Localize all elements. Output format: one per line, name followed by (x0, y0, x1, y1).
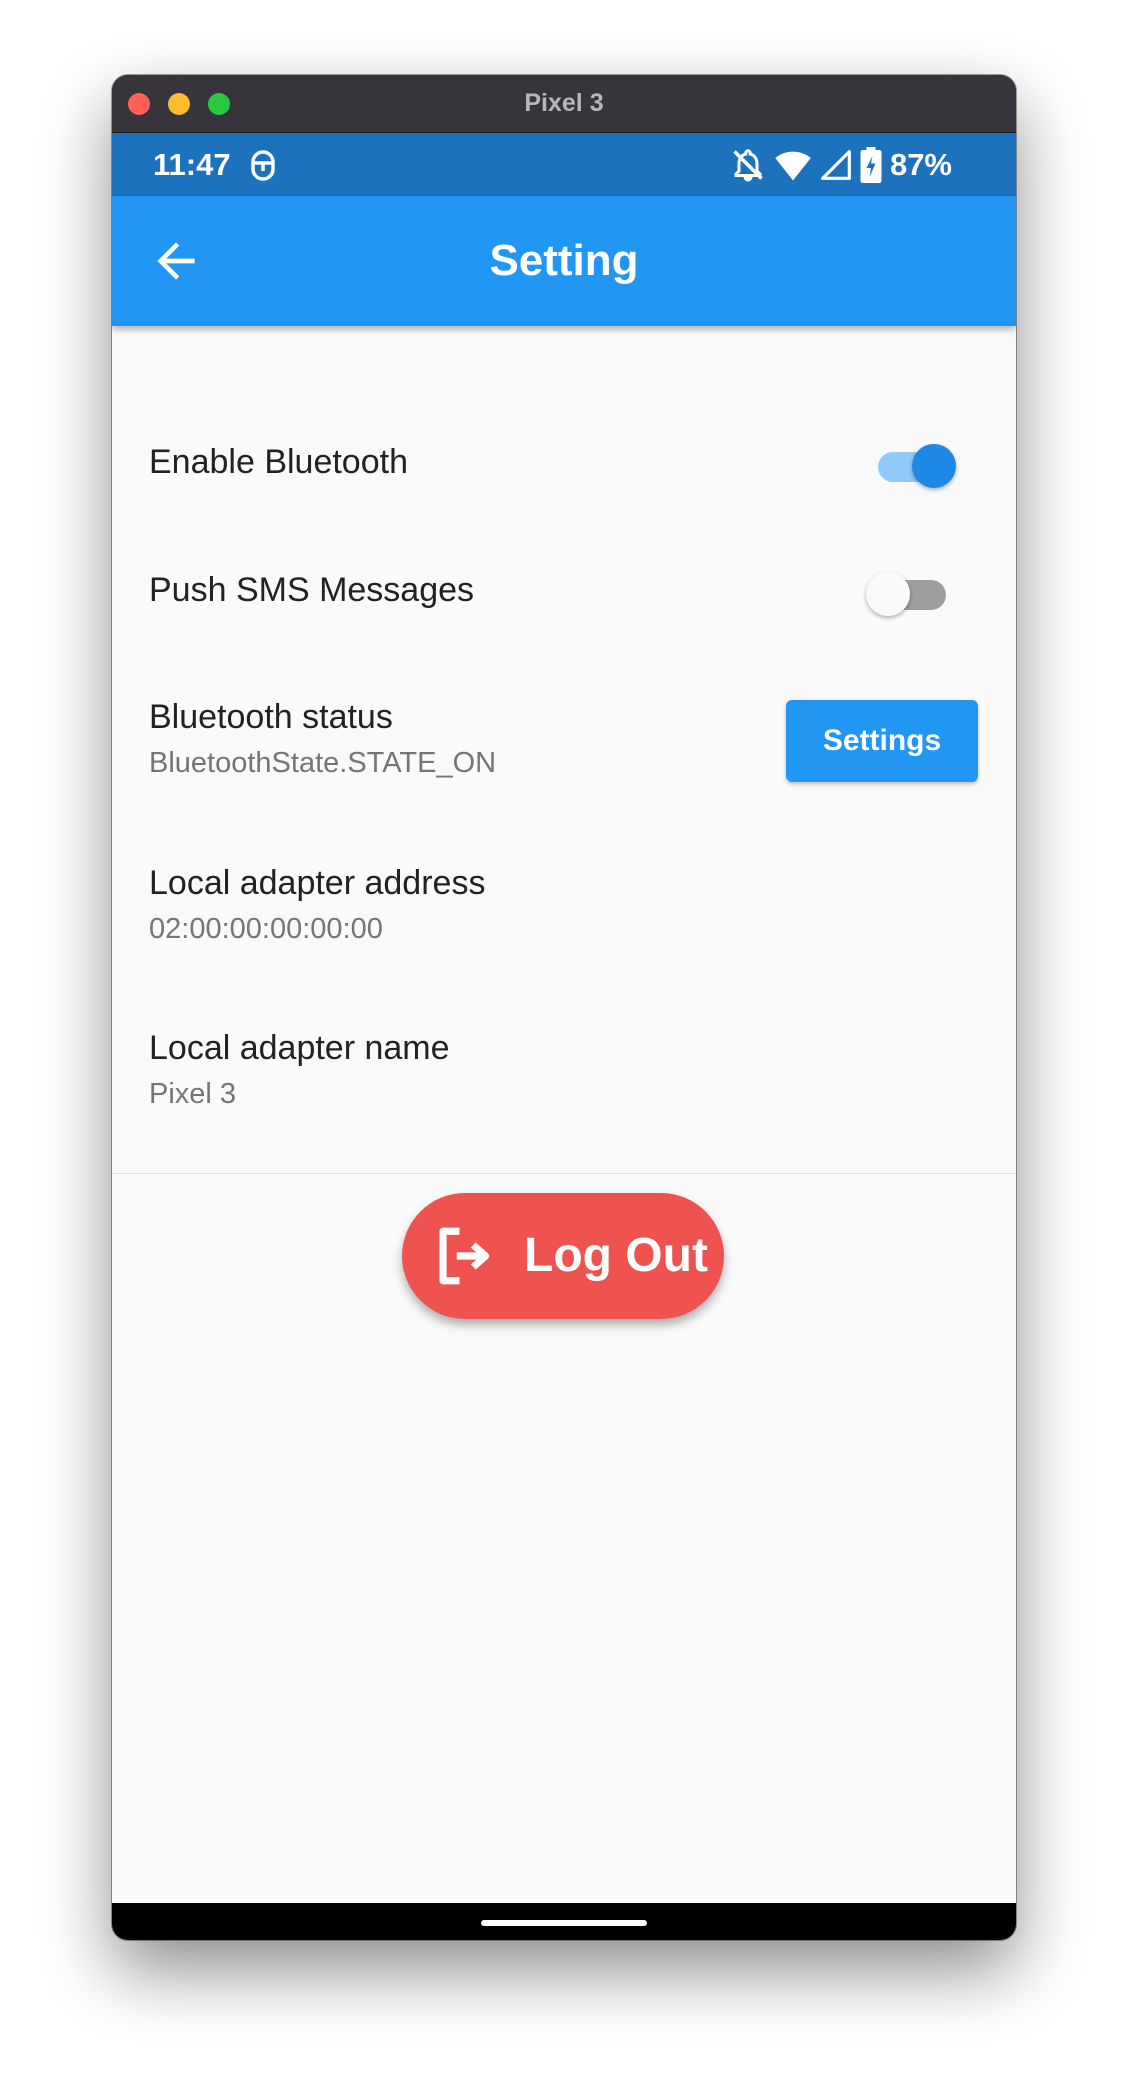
home-gesture-handle[interactable] (481, 1920, 647, 1926)
switch-thumb (866, 572, 910, 616)
logout-icon (439, 1227, 490, 1285)
phone-screen: 11:47 87% Setting Enable Bluetooth Push … (112, 133, 1016, 1940)
window-title: Pixel 3 (524, 89, 604, 117)
wifi-icon (775, 151, 811, 180)
logout-label: Log Out (524, 1229, 708, 1282)
status-bar: 11:47 87% (112, 133, 1016, 196)
enable-bluetooth-switch[interactable] (870, 440, 956, 488)
status-time: 11:47 (153, 147, 231, 182)
adapter-address-value: 02:00:00:00:00:00 (149, 913, 383, 945)
adapter-address-label: Local adapter address (149, 864, 486, 902)
bluetooth-status-label: Bluetooth status (149, 698, 393, 736)
push-sms-label: Push SMS Messages (149, 571, 475, 609)
divider (112, 1173, 1016, 1174)
switch-thumb (912, 444, 956, 488)
page-title: Setting (489, 236, 639, 285)
cell-signal-icon (821, 149, 851, 180)
adapter-name-label: Local adapter name (149, 1029, 450, 1067)
enable-bluetooth-label: Enable Bluetooth (149, 443, 408, 481)
bluetooth-status-value: BluetoothState.STATE_ON (149, 747, 497, 779)
logout-button[interactable]: Log Out (402, 1193, 724, 1319)
bluetooth-settings-button[interactable]: Settings (786, 700, 978, 782)
status-icons: 87% (730, 133, 952, 196)
window-titlebar: Pixel 3 (112, 75, 1016, 133)
battery-percentage: 87% (889, 146, 952, 182)
notifications-off-icon (733, 148, 763, 182)
debug-icon (251, 150, 275, 181)
app-bar: Setting (112, 196, 1016, 326)
device-window: Pixel 3 11:47 87% Setting Enable Bluetoo… (112, 75, 1016, 1940)
push-sms-switch[interactable] (866, 568, 952, 616)
adapter-name-value: Pixel 3 (149, 1078, 237, 1110)
battery-charging-icon (860, 146, 882, 183)
navigation-bar (112, 1903, 1016, 1940)
